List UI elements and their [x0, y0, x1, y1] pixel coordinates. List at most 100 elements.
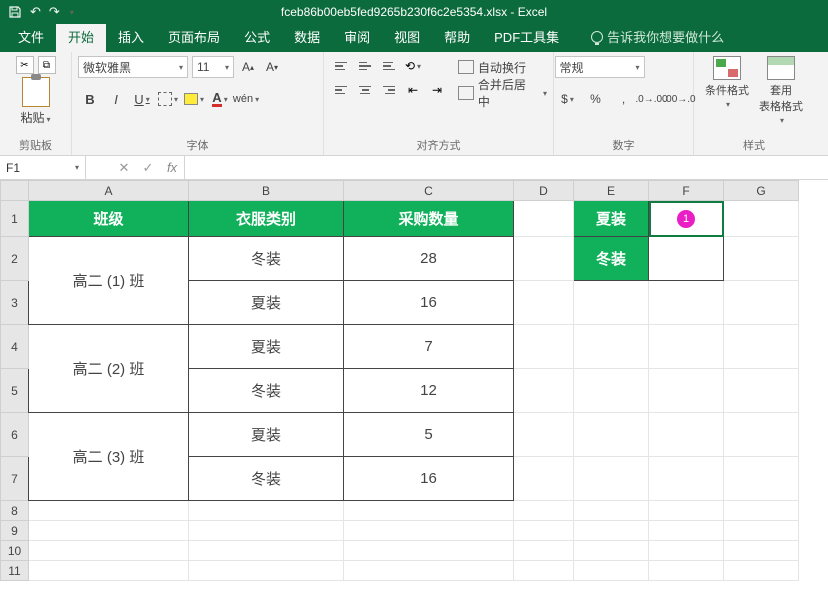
bold-button[interactable]: B	[78, 88, 102, 110]
cell[interactable]	[514, 237, 574, 281]
cell[interactable]	[649, 413, 724, 457]
cell[interactable]	[724, 501, 799, 521]
tell-me-search[interactable]: 告诉我你想要做什么	[579, 21, 736, 52]
align-middle-icon[interactable]	[354, 56, 376, 76]
active-cell[interactable]: 1	[649, 201, 724, 237]
cell[interactable]	[724, 561, 799, 581]
row-header[interactable]: 11	[1, 561, 29, 581]
border-button[interactable]: ▾	[156, 88, 180, 110]
col-header-e[interactable]: E	[574, 181, 649, 201]
underline-button[interactable]: U▾	[130, 88, 154, 110]
cell[interactable]	[649, 325, 724, 369]
cell[interactable]	[574, 541, 649, 561]
accounting-format-icon[interactable]: $▾	[555, 88, 581, 110]
row-header[interactable]: 1	[1, 201, 29, 237]
cell[interactable]	[189, 521, 344, 541]
merge-center-button[interactable]: 合并后居中▾	[458, 82, 547, 104]
cell[interactable]	[724, 325, 799, 369]
tab-view[interactable]: 视图	[382, 21, 432, 52]
increase-decimal-icon[interactable]: .0→.00	[639, 88, 665, 110]
tab-help[interactable]: 帮助	[432, 21, 482, 52]
cell[interactable]	[189, 501, 344, 521]
cell[interactable]: 夏装	[189, 413, 344, 457]
cell[interactable]: 夏装	[189, 281, 344, 325]
font-name-combo[interactable]: 微软雅黑▾	[78, 56, 188, 78]
fill-color-button[interactable]: ▾	[182, 88, 206, 110]
row-header[interactable]: 5	[1, 369, 29, 413]
cell[interactable]	[724, 541, 799, 561]
cell[interactable]	[189, 541, 344, 561]
cell[interactable]	[574, 325, 649, 369]
cell[interactable]	[724, 237, 799, 281]
cell[interactable]	[574, 521, 649, 541]
cell[interactable]	[514, 501, 574, 521]
cell[interactable]: 7	[344, 325, 514, 369]
cell[interactable]: 衣服类别	[189, 201, 344, 237]
cell[interactable]	[724, 281, 799, 325]
cell[interactable]	[344, 561, 514, 581]
align-left-icon[interactable]	[330, 80, 352, 100]
tab-page-layout[interactable]: 页面布局	[156, 21, 232, 52]
tab-file[interactable]: 文件	[6, 21, 56, 52]
enter-formula-icon[interactable]: ✓	[136, 156, 160, 179]
cell[interactable]: 冬装	[189, 369, 344, 413]
col-header-b[interactable]: B	[189, 181, 344, 201]
tab-insert[interactable]: 插入	[106, 21, 156, 52]
cell[interactable]	[514, 369, 574, 413]
cell[interactable]: 16	[344, 457, 514, 501]
cell[interactable]	[724, 521, 799, 541]
paste-button[interactable]: 粘贴▾	[20, 77, 50, 126]
cut-icon[interactable]: ✂	[16, 56, 34, 74]
qat-customize-icon[interactable]: ▾	[70, 8, 74, 17]
cell[interactable]	[649, 369, 724, 413]
row-header[interactable]: 2	[1, 237, 29, 281]
increase-indent-icon[interactable]: ⇥	[426, 80, 448, 100]
cell[interactable]	[514, 521, 574, 541]
insert-function-icon[interactable]: fx	[160, 156, 184, 179]
tab-home[interactable]: 开始	[56, 21, 106, 52]
cell[interactable]	[574, 501, 649, 521]
wrap-text-button[interactable]: 自动换行	[458, 56, 547, 78]
col-header-g[interactable]: G	[724, 181, 799, 201]
cell[interactable]	[514, 325, 574, 369]
cell[interactable]	[344, 521, 514, 541]
cell[interactable]	[649, 457, 724, 501]
cell[interactable]: 5	[344, 413, 514, 457]
copy-icon[interactable]: ⧉	[38, 56, 56, 74]
number-format-combo[interactable]: 常规▾	[555, 56, 645, 78]
col-header-f[interactable]: F	[649, 181, 724, 201]
cell[interactable]	[724, 369, 799, 413]
cell[interactable]	[649, 237, 724, 281]
col-header-d[interactable]: D	[514, 181, 574, 201]
formula-input[interactable]	[185, 156, 828, 179]
format-as-table-button[interactable]: 套用 表格格式▾	[759, 56, 803, 125]
tab-data[interactable]: 数据	[282, 21, 332, 52]
cell[interactable]	[29, 541, 189, 561]
cell[interactable]: 16	[344, 281, 514, 325]
row-header[interactable]: 8	[1, 501, 29, 521]
cell[interactable]	[514, 413, 574, 457]
cell[interactable]: 高二 (1) 班	[29, 237, 189, 325]
cell[interactable]	[574, 369, 649, 413]
cell[interactable]	[514, 541, 574, 561]
cell[interactable]	[514, 201, 574, 237]
col-header-a[interactable]: A	[29, 181, 189, 201]
cell[interactable]: 28	[344, 237, 514, 281]
row-header[interactable]: 3	[1, 281, 29, 325]
comma-format-icon[interactable]: ,	[611, 88, 637, 110]
cell[interactable]	[724, 201, 799, 237]
row-header[interactable]: 10	[1, 541, 29, 561]
percent-format-icon[interactable]: %	[583, 88, 609, 110]
cell[interactable]	[649, 501, 724, 521]
col-header-c[interactable]: C	[344, 181, 514, 201]
align-bottom-icon[interactable]	[378, 56, 400, 76]
row-header[interactable]: 4	[1, 325, 29, 369]
cell[interactable]	[344, 541, 514, 561]
increase-font-icon[interactable]: A▴	[238, 56, 258, 78]
cell[interactable]	[724, 457, 799, 501]
cell[interactable]: 12	[344, 369, 514, 413]
font-color-button[interactable]: A▾	[208, 88, 232, 110]
cell[interactable]: 班级	[29, 201, 189, 237]
phonetic-button[interactable]: wén▾	[234, 88, 258, 110]
cell[interactable]: 高二 (3) 班	[29, 413, 189, 501]
